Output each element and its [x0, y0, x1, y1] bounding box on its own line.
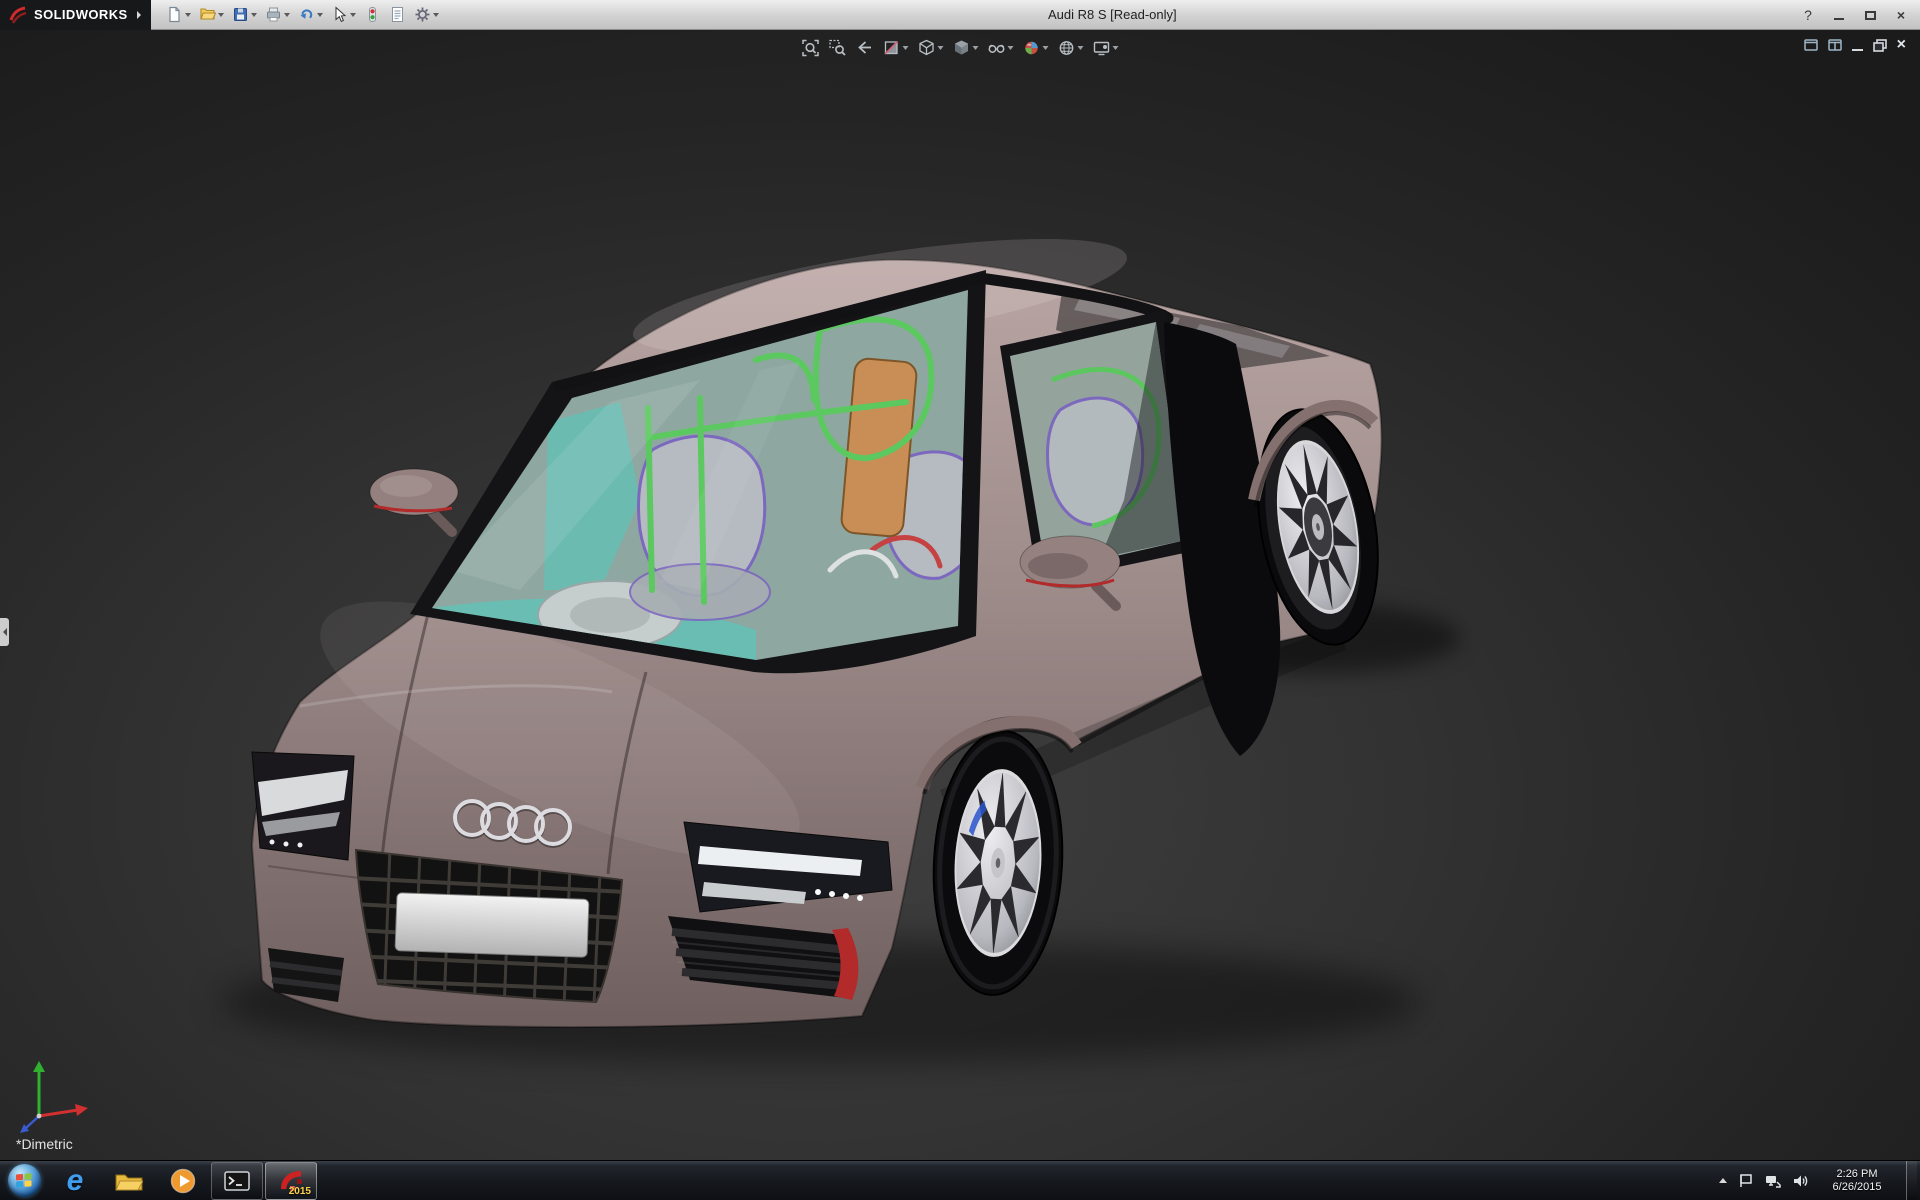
previous-view-button[interactable] [853, 36, 877, 60]
solidworks-logo-icon [9, 6, 27, 24]
headlight-left[interactable] [251, 751, 355, 861]
view-settings-button[interactable] [1090, 36, 1122, 60]
document-window-controls: × [1803, 36, 1906, 54]
clock-date: 6/26/2015 [1832, 1180, 1882, 1193]
taskbar-command-prompt[interactable] [211, 1161, 263, 1200]
doc-minimize-button[interactable] [1851, 40, 1863, 51]
car-model-render[interactable] [0, 30, 1920, 1160]
tray-action-center-icon[interactable] [1738, 1173, 1754, 1189]
logo-caret-icon[interactable] [136, 10, 141, 19]
undo-icon [300, 9, 312, 19]
view-orientation-button[interactable] [915, 36, 947, 60]
window-panes-icon [1827, 39, 1842, 51]
window-pane-icon [1803, 39, 1818, 51]
window-title: Audi R8 S [Read-only] [1048, 7, 1177, 22]
window-panes-button[interactable] [1827, 39, 1842, 51]
desktop-screen: SOLIDWORKS Audi R8 S [Read-only] ? × × *… [0, 0, 1920, 1200]
view-orientation-icon [919, 39, 934, 56]
restore-icon [1872, 38, 1887, 52]
titlebar: SOLIDWORKS Audi R8 S [Read-only] ? × [0, 0, 1920, 30]
section-view-icon [884, 40, 899, 55]
tray-chevron-icon[interactable] [1719, 1178, 1727, 1183]
minimize-icon [1834, 18, 1844, 20]
clock-time: 2:26 PM [1836, 1167, 1878, 1180]
select-button[interactable] [328, 2, 359, 28]
folder-icon [115, 1174, 143, 1190]
file-properties-icon [391, 7, 403, 22]
taskbar-internet-explorer[interactable]: e [49, 1162, 101, 1200]
maximize-icon [1864, 10, 1876, 20]
taskbar-file-explorer[interactable] [103, 1162, 155, 1200]
command-prompt-icon [224, 1170, 250, 1191]
rebuild-button[interactable] [361, 2, 384, 28]
view-orientation-label: *Dimetric [16, 1136, 73, 1152]
open-button[interactable] [196, 2, 227, 28]
side-mirror-left[interactable] [369, 468, 459, 537]
hide-show-items-icon [988, 44, 1005, 53]
undo-button[interactable] [295, 2, 326, 28]
file-properties-button[interactable] [386, 2, 409, 28]
graphics-viewport[interactable]: × *Dimetric [0, 30, 1920, 1160]
view-settings-icon [1093, 41, 1110, 56]
rebuild-icon [368, 7, 376, 22]
internet-explorer-icon: e [66, 1163, 84, 1197]
section-view-button[interactable] [880, 36, 912, 60]
solidworks-logo-text: SOLIDWORKS [34, 7, 128, 22]
solidworks-year-badge: 2015 [288, 1185, 311, 1197]
options-icon [415, 7, 430, 22]
new-button[interactable] [163, 2, 194, 28]
windows-orb-icon [7, 1164, 41, 1197]
media-player-icon [170, 1168, 196, 1193]
license-plate [394, 892, 590, 958]
display-style-icon [955, 40, 968, 55]
taskbar-media-player[interactable] [157, 1162, 209, 1200]
heads-up-view-toolbar [799, 36, 1122, 60]
window-controls: ? × [1795, 0, 1914, 30]
help-button[interactable]: ? [1795, 5, 1821, 25]
save-icon [233, 8, 247, 21]
reference-triad [20, 1061, 88, 1133]
display-style-button[interactable] [950, 36, 982, 60]
doc-restore-button[interactable] [1872, 38, 1887, 52]
show-desktop-button[interactable] [1906, 1160, 1917, 1200]
taskbar-clock[interactable]: 2:26 PM 6/26/2015 [1819, 1168, 1895, 1194]
apply-scene-button[interactable] [1055, 36, 1087, 60]
taskbar: e 2015 2:26 PM 6/26/2015 [0, 1160, 1920, 1200]
zoom-to-area-icon [829, 39, 846, 56]
print-button[interactable] [262, 2, 293, 28]
new-document-icon [168, 6, 180, 23]
save-button[interactable] [229, 2, 260, 28]
panel-collapse-arrow[interactable] [0, 618, 9, 646]
taskbar-solidworks[interactable]: 2015 [265, 1161, 317, 1200]
minimize-button[interactable] [1826, 5, 1852, 25]
print-icon [266, 7, 280, 22]
solidworks-logo[interactable]: SOLIDWORKS [0, 0, 151, 30]
select-cursor-icon [335, 6, 346, 23]
tray-volume-icon[interactable] [1792, 1173, 1808, 1189]
tray-network-icon[interactable] [1765, 1173, 1781, 1189]
options-button[interactable] [411, 2, 442, 28]
close-button[interactable]: × [1888, 5, 1914, 25]
start-button[interactable] [0, 1161, 48, 1200]
hide-show-items-button[interactable] [985, 36, 1017, 60]
main-toolbar [163, 2, 442, 28]
doc-close-button[interactable]: × [1897, 36, 1906, 54]
zoom-to-area-button[interactable] [826, 36, 850, 60]
window-pane-button[interactable] [1803, 39, 1818, 51]
previous-view-icon [858, 41, 871, 54]
chevron-left-icon [2, 628, 7, 636]
minimize-icon [1851, 48, 1863, 51]
zoom-to-fit-icon [802, 39, 819, 57]
system-tray: 2:26 PM 6/26/2015 [1719, 1160, 1920, 1200]
apply-scene-icon [1059, 41, 1074, 55]
edit-appearance-icon [1025, 41, 1038, 55]
zoom-to-fit-button[interactable] [799, 36, 823, 60]
maximize-button[interactable] [1857, 5, 1883, 25]
open-icon [199, 8, 216, 20]
edit-appearance-button[interactable] [1020, 36, 1052, 60]
